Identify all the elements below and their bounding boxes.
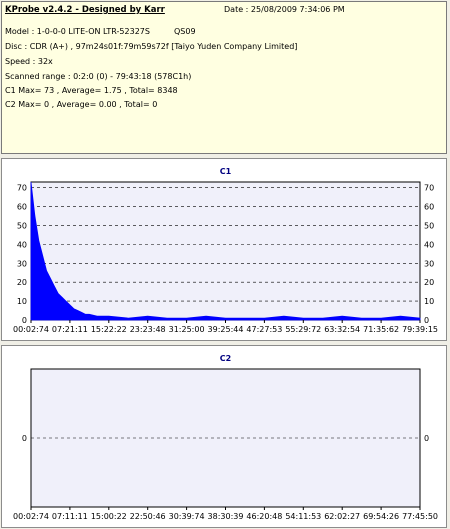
x-tick-label: 00:02:74 bbox=[13, 325, 49, 334]
x-tick-label: 07:11:11 bbox=[52, 512, 88, 521]
chart-title: C2 bbox=[220, 354, 231, 363]
y-tick-label-right: 70 bbox=[424, 184, 434, 193]
y-tick-label-left: 0 bbox=[22, 434, 27, 443]
c1-chart: C1 0 0 10 10 20 20 30 30 40 40 50 50 60 60 70 70 00:02:74… bbox=[13, 167, 438, 334]
y-tick-label-left: 20 bbox=[17, 278, 27, 287]
x-tick-label: 54:11:53 bbox=[285, 512, 321, 521]
x-tick-label: 39:25:44 bbox=[208, 325, 244, 334]
x-tick-label: 15:22:22 bbox=[91, 325, 127, 334]
x-tick-label: 55:29:72 bbox=[285, 325, 321, 334]
c2-chart: C2 0 0 00:02:74 07:11:11 15:00:22 22:50:46 30:3… bbox=[13, 354, 438, 521]
x-tick-label: 63:32:54 bbox=[324, 325, 360, 334]
disc-line: Disc : CDR (A+) , 97m24s01f:79m59s72f [T… bbox=[5, 42, 298, 51]
c1-summary-line: C1 Max= 73 , Average= 1.75 , Total= 8348 bbox=[5, 86, 178, 95]
scan-date: Date : 25/08/2009 7:34:06 PM bbox=[224, 5, 345, 14]
speed-line: Speed : 32x bbox=[5, 57, 53, 66]
y-tick-label-right: 30 bbox=[424, 259, 434, 268]
x-tick-label: 22:50:46 bbox=[130, 512, 166, 521]
c2-summary-line: C2 Max= 0 , Average= 0.00 , Total= 0 bbox=[5, 100, 158, 109]
x-tick-label: 69:54:26 bbox=[363, 512, 399, 521]
y-tick-label-right: 60 bbox=[424, 203, 434, 212]
chart-title: C1 bbox=[220, 167, 232, 176]
y-tick-label-left: 10 bbox=[17, 297, 27, 306]
y-tick-label-left: 30 bbox=[17, 259, 27, 268]
y-tick-label-right: 10 bbox=[424, 297, 434, 306]
scanned-range-line: Scanned range : 0:2:0 (0) - 79:43:18 (57… bbox=[5, 72, 192, 81]
app-title: KProbe v2.4.2 - Designed by Karr bbox=[5, 5, 165, 15]
x-tick-label: 30:39:74 bbox=[169, 512, 205, 521]
y-tick-label-right: 0 bbox=[424, 316, 429, 325]
x-tick-label: 77:45:50 bbox=[402, 512, 438, 521]
y-tick-label-left: 50 bbox=[17, 221, 27, 230]
x-tick-label: 15:00:22 bbox=[91, 512, 127, 521]
y-tick-label-right: 40 bbox=[424, 240, 434, 249]
x-tick-label: 62:02:27 bbox=[324, 512, 360, 521]
firmware-label: QS09 bbox=[174, 27, 196, 36]
y-tick-label-right: 50 bbox=[424, 221, 434, 230]
c2-chart-panel: C2 0 0 00:02:74 07:11:11 15:00:22 22:50:46 30:3… bbox=[1, 345, 447, 528]
x-tick-label: 23:23:48 bbox=[130, 325, 166, 334]
y-tick-label-right: 0 bbox=[424, 434, 429, 443]
x-tick-label: 07:21:11 bbox=[52, 325, 88, 334]
x-tick-label: 46:20:48 bbox=[246, 512, 282, 521]
x-tick-label: 79:39:15 bbox=[402, 325, 438, 334]
x-tick-label: 31:25:00 bbox=[169, 325, 205, 334]
c1-chart-panel: C1 0 0 10 10 20 20 30 30 40 40 50 50 60 60 70 70 00:02:74… bbox=[1, 158, 447, 341]
y-tick-label-left: 60 bbox=[17, 203, 27, 212]
plot-area bbox=[30, 181, 421, 321]
y-tick-label-left: 70 bbox=[17, 184, 27, 193]
x-tick-label: 47:27:53 bbox=[246, 325, 282, 334]
x-tick-label: 71:35:62 bbox=[363, 325, 399, 334]
y-tick-label-left: 0 bbox=[22, 316, 27, 325]
y-tick-label-left: 40 bbox=[17, 240, 27, 249]
info-panel: KProbe v2.4.2 - Designed by Karr Date : … bbox=[1, 1, 447, 154]
x-tick-label: 38:30:39 bbox=[208, 512, 244, 521]
x-tick-label: 00:02:74 bbox=[13, 512, 49, 521]
model-line: Model : 1-0-0-0 LITE-ON LTR-52327S bbox=[5, 27, 150, 36]
y-tick-label-right: 20 bbox=[424, 278, 434, 287]
